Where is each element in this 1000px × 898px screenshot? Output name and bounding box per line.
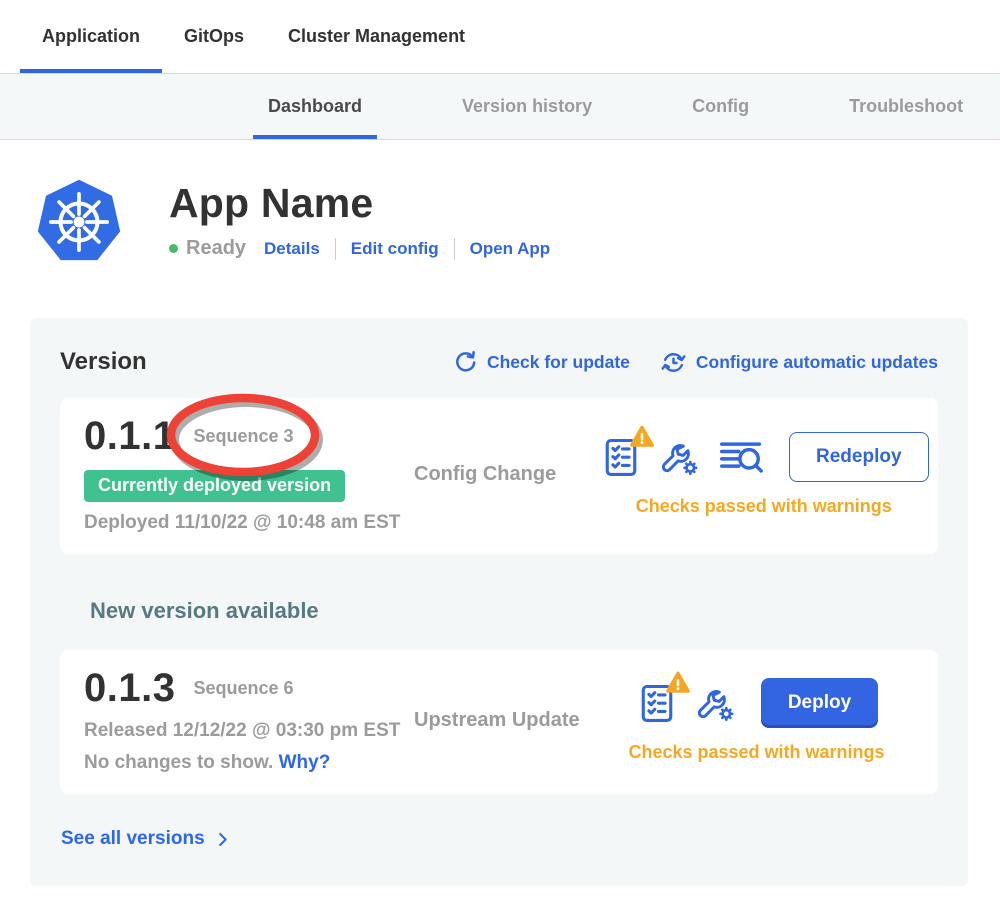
new-change-type: Upstream Update <box>414 709 599 732</box>
page-title: App Name <box>169 180 550 227</box>
preflight-checks-icon[interactable] <box>635 681 679 725</box>
new-version-number: 0.1.3 <box>84 666 175 711</box>
primary-nav: Application GitOps Cluster Management <box>0 0 1000 74</box>
new-version-heading: New version available <box>90 598 938 624</box>
tab-dashboard[interactable]: Dashboard <box>253 74 377 139</box>
warning-triangle-icon <box>629 424 655 450</box>
tab-version-history[interactable]: Version history <box>447 74 607 139</box>
current-change-type: Config Change <box>414 463 599 486</box>
see-all-versions-link[interactable]: See all versions <box>61 828 232 850</box>
view-diff-icon[interactable] <box>717 435 765 479</box>
check-for-update-button[interactable]: Check for update <box>453 350 630 375</box>
status-dot-icon <box>169 244 178 253</box>
no-changes-text: No changes to show. <box>84 752 273 773</box>
secondary-nav: Dashboard Version history Config Trouble… <box>0 74 1000 140</box>
check-for-update-label: Check for update <box>487 352 630 373</box>
released-timestamp: Released 12/12/22 @ 03:30 pm EST <box>84 720 414 742</box>
configure-automatic-updates-label: Configure automatic updates <box>696 352 938 373</box>
new-checks-status[interactable]: Checks passed with warnings <box>628 742 884 763</box>
new-version-card: 0.1.3 Sequence 6 Released 12/12/22 @ 03:… <box>60 650 938 794</box>
tab-application[interactable]: Application <box>20 0 162 73</box>
edit-config-link[interactable]: Edit config <box>351 239 439 259</box>
details-link[interactable]: Details <box>264 239 320 259</box>
deployed-timestamp: Deployed 11/10/22 @ 10:48 am EST <box>84 512 414 534</box>
refresh-icon <box>453 350 478 375</box>
currently-deployed-badge: Currently deployed version <box>84 470 345 502</box>
current-version-number: 0.1.1 <box>84 414 175 459</box>
tab-gitops[interactable]: GitOps <box>162 0 266 73</box>
current-checks-status[interactable]: Checks passed with warnings <box>636 496 892 517</box>
current-sequence-label: Sequence 3 <box>193 426 293 447</box>
no-changes-line: No changes to show. Why? <box>84 752 414 774</box>
edit-config-wrench-icon[interactable] <box>695 682 737 724</box>
divider <box>335 238 336 260</box>
warning-triangle-icon <box>665 670 691 696</box>
divider <box>454 238 455 260</box>
tab-troubleshoot[interactable]: Troubleshoot <box>834 74 978 139</box>
deploy-button[interactable]: Deploy <box>761 678 878 728</box>
open-app-link[interactable]: Open App <box>470 239 551 259</box>
version-panel: Version Check for update <box>30 318 968 886</box>
configure-automatic-updates-button[interactable]: Configure automatic updates <box>660 349 938 376</box>
redeploy-button[interactable]: Redeploy <box>789 432 929 482</box>
chevron-right-icon <box>213 830 232 849</box>
kubernetes-logo-icon <box>35 178 123 266</box>
why-link[interactable]: Why? <box>279 752 331 773</box>
new-sequence-label: Sequence 6 <box>193 678 293 699</box>
preflight-checks-icon[interactable] <box>599 435 643 479</box>
tab-config[interactable]: Config <box>677 74 764 139</box>
see-all-versions-label: See all versions <box>61 828 205 850</box>
tab-cluster-management[interactable]: Cluster Management <box>266 0 487 73</box>
edit-config-wrench-icon[interactable] <box>659 436 701 478</box>
app-header: App Name Ready Details Edit config Open … <box>35 178 1000 266</box>
current-version-card: 0.1.1 Sequence 3 Currently deployed vers… <box>60 398 938 554</box>
scheduled-update-icon <box>660 349 687 376</box>
version-section-title: Version <box>60 348 147 376</box>
status-badge: Ready <box>186 237 246 260</box>
